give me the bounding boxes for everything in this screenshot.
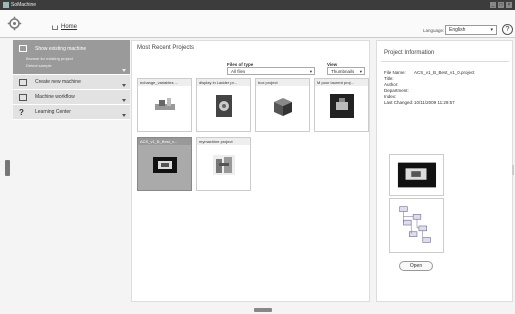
toolbar: Home Language: English ▾ ? bbox=[0, 10, 515, 38]
machine-thumbnail-icon bbox=[216, 95, 232, 117]
language-select[interactable]: English ▾ bbox=[445, 25, 497, 35]
sidebar-item-workflow[interactable]: Machine workflow bbox=[13, 90, 130, 105]
expand-icon bbox=[122, 114, 126, 117]
project-tile[interactable]: mymachine project bbox=[196, 137, 251, 191]
expand-icon bbox=[122, 69, 126, 72]
help-icon[interactable]: ? bbox=[502, 24, 513, 35]
home-icon bbox=[52, 24, 58, 30]
close-icon[interactable]: × bbox=[506, 2, 512, 8]
project-preview-image bbox=[389, 154, 444, 196]
sidebar: Show existing machine Browse for existin… bbox=[13, 40, 130, 130]
question-icon: ? bbox=[19, 107, 24, 117]
panel-title: Project Information bbox=[384, 50, 435, 56]
sidebar-item-label: Machine workflow bbox=[35, 94, 75, 100]
chevron-down-icon: ▾ bbox=[490, 27, 493, 33]
project-info-panel: Project Information File Name: ACS_v1_B_B… bbox=[376, 40, 514, 302]
expand-icon bbox=[122, 99, 126, 102]
tile-label: mymachine project bbox=[197, 138, 250, 145]
window-title: SoMachine bbox=[11, 2, 37, 8]
panel-resize-handle[interactable] bbox=[512, 165, 514, 175]
tile-label: M pour laurent proj... bbox=[315, 79, 368, 86]
home-button[interactable]: Home bbox=[52, 24, 77, 30]
language-label: Language: bbox=[423, 28, 445, 33]
project-structure-diagram bbox=[389, 198, 444, 253]
sidebar-item-label: Learning Center bbox=[35, 109, 71, 115]
tile-label: display in Ladder pr... bbox=[197, 79, 250, 86]
open-button[interactable]: Open bbox=[399, 261, 433, 271]
project-tile-selected[interactable]: ACS_v1_B_Best_v... bbox=[137, 137, 192, 191]
minimize-icon[interactable]: _ bbox=[490, 2, 496, 8]
browse-existing-link[interactable]: Browse for existing project bbox=[13, 56, 130, 61]
machine-thumbnail-icon bbox=[153, 157, 177, 173]
maximize-icon[interactable]: □ bbox=[498, 2, 504, 8]
property-row: Last Changed: 10/11/2009 11:29:57 bbox=[384, 100, 455, 105]
project-properties: File Name: ACS_v1_B_Best_v1_0.project Tit… bbox=[384, 70, 475, 106]
sidebar-item-label: Create new machine bbox=[35, 79, 81, 85]
tile-label: box project bbox=[256, 79, 309, 86]
project-tile[interactable]: M pour laurent proj... bbox=[314, 78, 369, 132]
expand-icon bbox=[122, 84, 126, 87]
machine-thumbnail-icon bbox=[155, 98, 175, 110]
view-select[interactable]: Thumbnails ▾ bbox=[327, 67, 365, 75]
recent-projects-panel: Most Recent Projects Files of type All f… bbox=[131, 40, 370, 302]
tile-label: echange_variables ... bbox=[138, 79, 191, 86]
machine-thumbnail-icon bbox=[213, 155, 235, 175]
chevron-down-icon: ▾ bbox=[359, 69, 362, 74]
sidebar-item-label: Show existing machine bbox=[35, 45, 87, 52]
title-bar: SoMachine _ □ × bbox=[0, 0, 515, 10]
machine-thumbnail-icon bbox=[330, 94, 354, 118]
window-controls: _ □ × bbox=[490, 2, 512, 8]
files-type-value: All files bbox=[231, 69, 246, 74]
view-value: Thumbnails bbox=[331, 69, 355, 74]
workflow-icon bbox=[19, 93, 27, 101]
sidebar-item-learning[interactable]: ? Learning Center bbox=[13, 105, 130, 120]
files-type-select[interactable]: All files ▾ bbox=[227, 67, 315, 75]
chevron-down-icon: ▾ bbox=[309, 69, 312, 74]
new-document-icon bbox=[19, 78, 27, 86]
app-icon bbox=[3, 2, 9, 8]
sidebar-item-create-new[interactable]: Create new machine bbox=[13, 75, 130, 90]
panel-title: Most Recent Projects bbox=[137, 45, 195, 51]
machine-icon bbox=[19, 45, 27, 52]
gear-icon[interactable] bbox=[7, 16, 22, 31]
sidebar-item-show-existing[interactable]: Show existing machine Browse for existin… bbox=[13, 40, 130, 75]
home-label: Home bbox=[61, 24, 78, 30]
bottom-resize-handle[interactable] bbox=[254, 308, 272, 312]
sidebar-collapse-handle[interactable] bbox=[5, 160, 10, 176]
project-tile[interactable]: echange_variables ... bbox=[137, 78, 192, 132]
box-thumbnail-icon bbox=[274, 98, 292, 116]
divider bbox=[381, 61, 509, 62]
project-tile[interactable]: display in Ladder pr... bbox=[196, 78, 251, 132]
detect-sample-link[interactable]: Detect sample bbox=[13, 63, 130, 68]
project-tile[interactable]: box project bbox=[255, 78, 310, 132]
language-value: English bbox=[449, 27, 466, 33]
tile-label: ACS_v1_B_Best_v... bbox=[138, 138, 191, 145]
